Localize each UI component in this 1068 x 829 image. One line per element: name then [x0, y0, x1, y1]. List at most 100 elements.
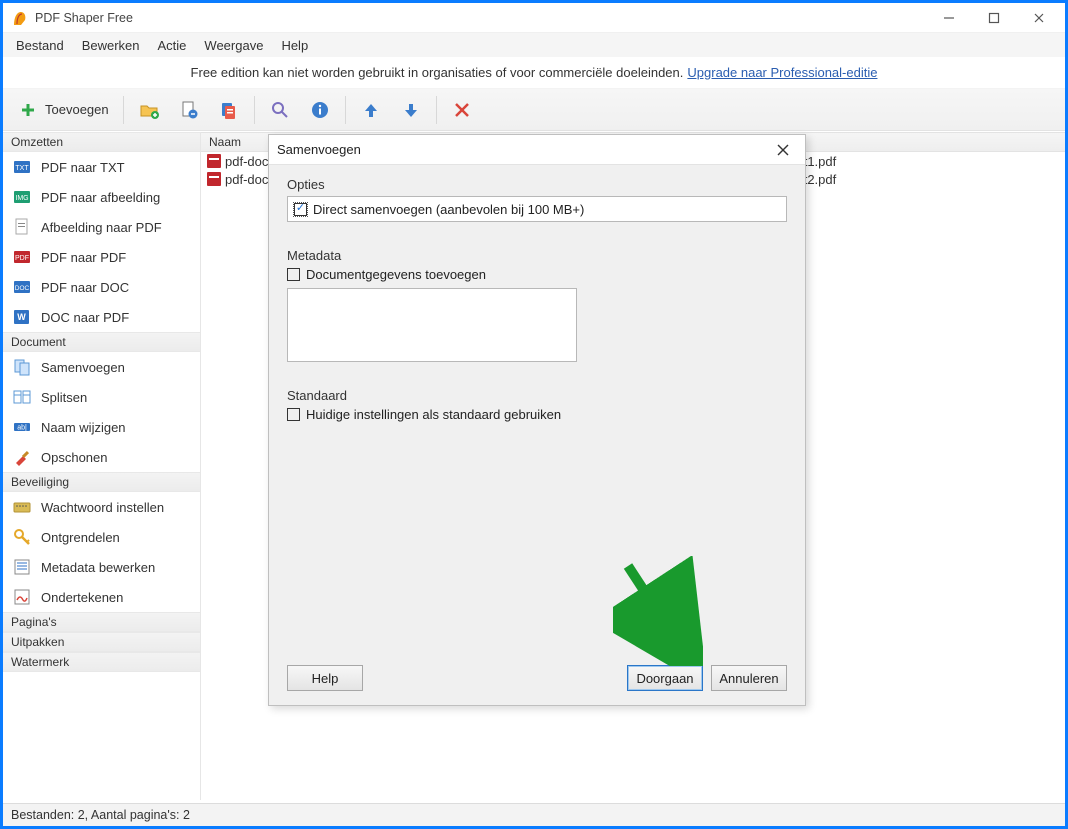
keyboard-icon [13, 498, 31, 516]
txt-icon: TXT [13, 158, 31, 176]
sidebar-item-metadata[interactable]: Metadata bewerken [3, 552, 200, 582]
sidebar-group-beveiliging[interactable]: Beveiliging [3, 472, 200, 492]
continue-button[interactable]: Doorgaan [627, 665, 703, 691]
search-icon [269, 99, 291, 121]
sidebar-item-label: PDF naar PDF [41, 250, 126, 265]
window-close-button[interactable] [1016, 3, 1061, 33]
sidebar-group-uitpakken[interactable]: Uitpakken [3, 632, 200, 652]
upgrade-banner: Free edition kan niet worden gebruikt in… [3, 57, 1065, 89]
svg-text:PDF: PDF [15, 255, 29, 262]
sidebar-item-label: Naam wijzigen [41, 420, 126, 435]
menu-help[interactable]: Help [273, 36, 316, 55]
svg-text:DOC: DOC [15, 285, 30, 292]
img-icon: IMG [13, 188, 31, 206]
cancel-button[interactable]: Annuleren [711, 665, 787, 691]
statusbar: Bestanden: 2, Aantal pagina's: 2 [3, 803, 1065, 826]
split-icon [13, 388, 31, 406]
add-button[interactable]: Toevoegen [9, 93, 117, 127]
delete-button[interactable] [443, 93, 481, 127]
search-button[interactable] [261, 93, 299, 127]
section-standaard-label: Standaard [287, 388, 787, 403]
sidebar-item-pdf-to-txt[interactable]: TXT PDF naar TXT [3, 152, 200, 182]
metadata-row[interactable]: Documentgegevens toevoegen [287, 267, 787, 282]
use-default-checkbox[interactable] [287, 408, 300, 421]
sidebar-item-label: Ontgrendelen [41, 530, 120, 545]
key-icon [13, 528, 31, 546]
page-icon [13, 218, 31, 236]
menu-actie[interactable]: Actie [150, 36, 195, 55]
section-opties-label: Opties [287, 177, 787, 192]
svg-text:TXT: TXT [15, 165, 29, 172]
sidebar-item-sign[interactable]: Ondertekenen [3, 582, 200, 612]
pdf-file-icon [207, 172, 221, 186]
doc-remove-icon [178, 99, 200, 121]
metadata-textarea[interactable] [287, 288, 577, 362]
sidebar-item-label: PDF naar TXT [41, 160, 125, 175]
dialog-close-button[interactable] [769, 136, 797, 164]
copy-button[interactable] [210, 93, 248, 127]
doc-icon: DOC [13, 278, 31, 296]
section-metadata-label: Metadata [287, 248, 787, 263]
sidebar-group-omzetten[interactable]: Omzetten [3, 132, 200, 152]
dialog-titlebar: Samenvoegen [269, 135, 805, 165]
info-button[interactable] [301, 93, 339, 127]
use-default-label: Huidige instellingen als standaard gebru… [306, 407, 561, 422]
remove-button[interactable] [170, 93, 208, 127]
menu-bewerken[interactable]: Bewerken [74, 36, 148, 55]
sidebar-item-label: Samenvoegen [41, 360, 125, 375]
x-icon [451, 99, 473, 121]
sidebar-item-image-to-pdf[interactable]: Afbeelding naar PDF [3, 212, 200, 242]
plus-icon [17, 99, 39, 121]
sidebar-group-paginas[interactable]: Pagina's [3, 612, 200, 632]
sidebar-item-password[interactable]: Wachtwoord instellen [3, 492, 200, 522]
sidebar-item-pdf-to-doc[interactable]: DOCPDF naar DOC [3, 272, 200, 302]
add-doc-data-label: Documentgegevens toevoegen [306, 267, 486, 282]
signature-icon [13, 588, 31, 606]
sidebar-item-label: DOC naar PDF [41, 310, 129, 325]
window-minimize-button[interactable] [926, 3, 971, 33]
sidebar-item-pdf-to-pdf[interactable]: PDF PDF naar PDF [3, 242, 200, 272]
sidebar: Omzetten TXT PDF naar TXT IMG PDF naar afb… [3, 132, 201, 800]
sidebar-item-cleanup[interactable]: Opschonen [3, 442, 200, 472]
help-button[interactable]: Help [287, 665, 363, 691]
standaard-row[interactable]: Huidige instellingen als standaard gebru… [287, 407, 787, 422]
svg-text:W: W [17, 312, 26, 322]
info-icon [309, 99, 331, 121]
add-doc-data-checkbox[interactable] [287, 268, 300, 281]
list-icon [13, 558, 31, 576]
svg-text:ab|: ab| [17, 425, 27, 432]
pdf-icon: PDF [13, 248, 31, 266]
sidebar-item-label: Splitsen [41, 390, 87, 405]
add-button-label: Toevoegen [45, 102, 109, 117]
move-up-button[interactable] [352, 93, 390, 127]
sidebar-item-rename[interactable]: ab| Naam wijzigen [3, 412, 200, 442]
direct-merge-row[interactable]: Direct samenvoegen (aanbevolen bij 100 M… [287, 196, 787, 222]
sidebar-item-doc-to-pdf[interactable]: W DOC naar PDF [3, 302, 200, 332]
sidebar-item-label: PDF naar afbeelding [41, 190, 160, 205]
move-down-button[interactable] [392, 93, 430, 127]
sidebar-item-split[interactable]: Splitsen [3, 382, 200, 412]
menu-bestand[interactable]: Bestand [8, 36, 72, 55]
sidebar-item-merge[interactable]: Samenvoegen [3, 352, 200, 382]
app-logo-icon [11, 9, 29, 27]
window-maximize-button[interactable] [971, 3, 1016, 33]
sidebar-item-unlock[interactable]: Ontgrendelen [3, 522, 200, 552]
sidebar-group-watermerk[interactable]: Watermerk [3, 652, 200, 672]
menu-weergave[interactable]: Weergave [196, 36, 271, 55]
dialog-title: Samenvoegen [277, 142, 361, 157]
direct-merge-label: Direct samenvoegen (aanbevolen bij 100 M… [313, 202, 584, 217]
sidebar-item-label: Afbeelding naar PDF [41, 220, 162, 235]
merge-dialog: Samenvoegen Opties Direct samenvoegen (a… [268, 134, 806, 706]
direct-merge-checkbox[interactable] [294, 203, 307, 216]
sidebar-item-pdf-to-image[interactable]: IMG PDF naar afbeelding [3, 182, 200, 212]
doc-copy-icon [218, 99, 240, 121]
upgrade-link[interactable]: Upgrade naar Professional-editie [687, 65, 877, 80]
sidebar-item-label: Metadata bewerken [41, 560, 155, 575]
menubar: Bestand Bewerken Actie Weergave Help [3, 33, 1065, 57]
toolbar: Toevoegen [3, 89, 1065, 131]
add-folder-button[interactable] [130, 93, 168, 127]
banner-text: Free edition kan niet worden gebruikt in… [191, 65, 684, 80]
sidebar-group-document[interactable]: Document [3, 332, 200, 352]
word-icon: W [13, 308, 31, 326]
sidebar-item-label: Wachtwoord instellen [41, 500, 164, 515]
